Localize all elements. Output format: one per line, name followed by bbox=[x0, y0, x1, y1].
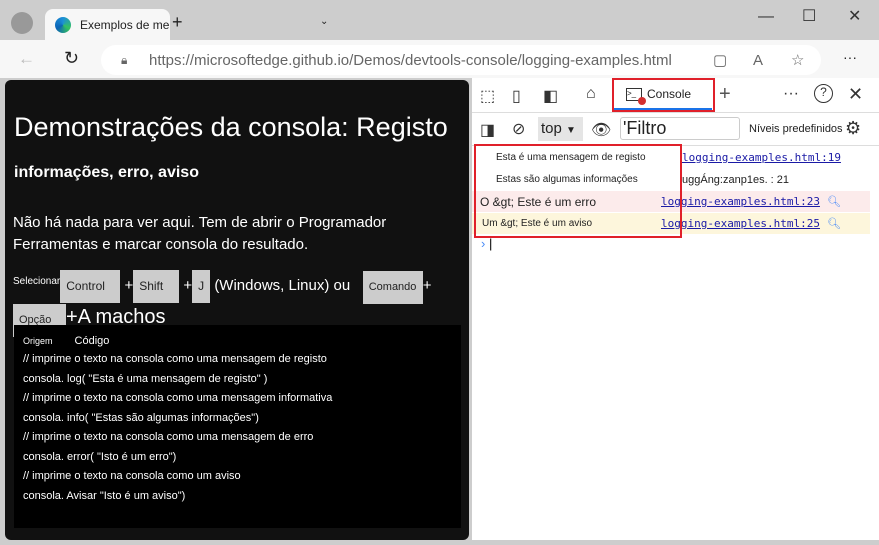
log-levels-select[interactable]: Níveis predefinidos bbox=[749, 123, 843, 135]
url-input[interactable]: 🔒︎ https://microsoftedge.github.io/Demos… bbox=[101, 45, 821, 75]
filter-value: 'Filtro bbox=[623, 118, 667, 138]
code-line: // imprime o texto na consola como uma m… bbox=[23, 392, 333, 404]
more-tools-icon[interactable]: ··· bbox=[783, 85, 799, 103]
read-aloud-icon[interactable]: A bbox=[753, 52, 763, 69]
plus: + bbox=[183, 277, 193, 294]
browser-tab[interactable]: Exemplos de mensagens da consola:Registo bbox=[45, 9, 170, 41]
app-icon[interactable]: ▢ bbox=[713, 51, 727, 69]
tab-strip: Exemplos de mensagens da consola:Registo… bbox=[0, 0, 879, 41]
minimize-button[interactable]: — bbox=[758, 8, 774, 26]
more-icon[interactable]: ··· bbox=[843, 49, 857, 65]
code-line: // imprime o texto na consola como um av… bbox=[23, 470, 241, 482]
code-line: // imprime o texto na consola como uma m… bbox=[23, 431, 314, 443]
tab-title: Exemplos de mensagens da consola:Registo bbox=[80, 18, 170, 32]
home-icon[interactable]: ⌂ bbox=[586, 85, 596, 103]
web-page: Demonstrações da consola: Registo inform… bbox=[5, 80, 469, 540]
header-code: Código bbox=[74, 335, 110, 347]
add-tab-icon[interactable]: + bbox=[719, 83, 731, 106]
refresh-icon[interactable]: ↻ bbox=[64, 48, 79, 69]
edge-icon bbox=[55, 17, 71, 33]
help-icon[interactable]: ? bbox=[814, 84, 833, 103]
code-line: consola. log( "Esta é uma mensagem de re… bbox=[23, 372, 268, 385]
message-source-link[interactable]: logging-examples.html:19 bbox=[682, 151, 841, 164]
plus: + bbox=[124, 277, 134, 294]
key-shift: Shift bbox=[133, 270, 180, 303]
favorite-star-icon[interactable]: ☆ bbox=[791, 51, 804, 69]
url-host: https://microsoftedge.github.io bbox=[149, 51, 350, 69]
highlight-console-tab bbox=[612, 78, 715, 112]
page-title: Demonstrações da consola: Registo bbox=[14, 112, 448, 142]
header-origin: Origem bbox=[23, 336, 53, 346]
tab-list-chevron-icon[interactable]: ⌄ bbox=[320, 16, 328, 27]
intro-text: Não há nada para ver aqui. Tem de abrir … bbox=[13, 214, 387, 253]
url-path: /Demos/devtools-console/logging-examples… bbox=[349, 51, 672, 69]
inspect-icon[interactable]: ⬚ bbox=[480, 86, 495, 106]
message-source-link[interactable]: logging-examples.html:25 bbox=[661, 217, 820, 230]
console-toolbar: ◨ ⊘ top ▼ 👁︎ 'Filtro Níveis predefinidos… bbox=[472, 113, 879, 146]
context-select[interactable]: top ▼ bbox=[538, 117, 583, 141]
key-control: Control bbox=[60, 270, 121, 303]
settings-gear-icon[interactable]: ⚙ bbox=[845, 118, 861, 139]
message-source-link[interactable]: uggÁng:zanp1es. : 21 bbox=[682, 174, 789, 186]
plus: + bbox=[422, 277, 432, 294]
key-j: J bbox=[192, 270, 211, 303]
os-text: (Windows, Linux) ou bbox=[214, 277, 351, 294]
message-source-link[interactable]: logging-examples.html:23 bbox=[661, 195, 820, 208]
context-value: top bbox=[541, 120, 562, 137]
eye-icon[interactable]: 👁︎ bbox=[591, 120, 611, 140]
prompt-chevron-icon[interactable]: › | bbox=[481, 236, 492, 251]
device-emulation-icon[interactable]: ▯ bbox=[512, 86, 521, 106]
page-subtitle: informações, erro, aviso bbox=[14, 164, 199, 181]
maximize-button[interactable]: ☐ bbox=[802, 6, 816, 26]
dock-icon[interactable]: ◧ bbox=[543, 86, 558, 106]
highlight-messages bbox=[474, 144, 682, 238]
back-icon[interactable]: ← bbox=[18, 49, 35, 69]
code-line: // imprime o texto na consola como uma m… bbox=[23, 353, 327, 365]
new-tab-button[interactable]: + bbox=[172, 12, 183, 33]
search-icon[interactable]: 🔍︎ bbox=[827, 195, 841, 208]
levels-label: Níveis predefinidos bbox=[749, 123, 843, 135]
code-table: Origem Código // imprime o texto na conso… bbox=[14, 325, 461, 528]
code-line: consola. error( "Isto é um erro") bbox=[23, 450, 177, 463]
clear-console-icon[interactable]: ⊘ bbox=[512, 119, 525, 139]
filter-input[interactable]: 'Filtro bbox=[620, 117, 740, 140]
key-command: Comando bbox=[362, 271, 423, 304]
close-devtools-icon[interactable]: ✕ bbox=[848, 84, 863, 105]
profile-avatar[interactable] bbox=[11, 12, 33, 34]
code-line: consola. info( "Estas são algumas inform… bbox=[23, 411, 259, 424]
code-line: consola. Avisar "Isto é um aviso") bbox=[23, 489, 186, 502]
devtools-panel: ⬚ ▯ ◧ ⌂ >_ Console + ··· ? ✕ ◨ ⊘ top ▼ 👁︎… bbox=[472, 78, 879, 540]
search-icon[interactable]: 🔍︎ bbox=[827, 217, 841, 230]
close-window-button[interactable]: ✕ bbox=[848, 6, 861, 26]
select-label: Selecionar bbox=[13, 276, 61, 287]
sidebar-toggle-icon[interactable]: ◨ bbox=[480, 120, 495, 140]
lock-icon: 🔒︎ bbox=[121, 52, 128, 67]
